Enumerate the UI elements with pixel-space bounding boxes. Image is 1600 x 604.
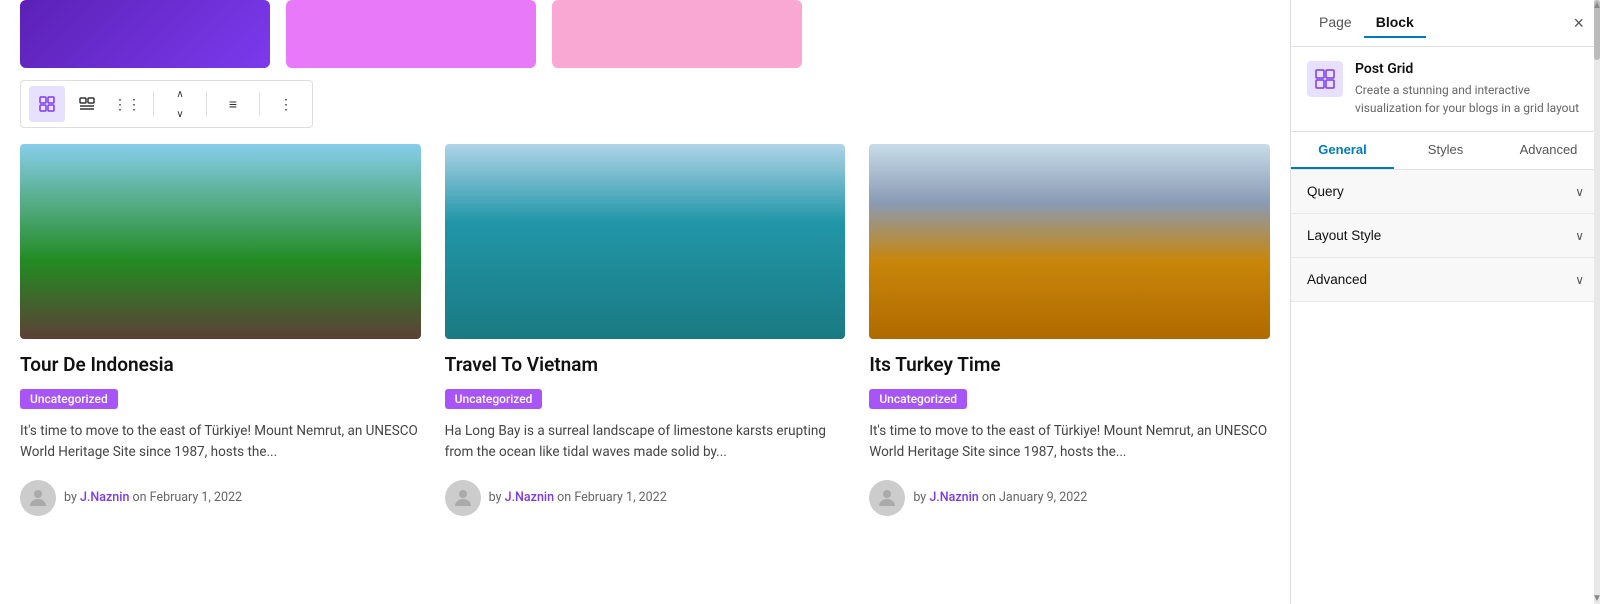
post-title-2: Travel To Vietnam: [445, 353, 846, 378]
toolbar-divider-3: [259, 92, 260, 116]
accordion-query-header[interactable]: Query ∨: [1291, 170, 1600, 213]
post-date-3: January 9, 2022: [999, 490, 1087, 505]
block-icon: [1307, 61, 1343, 97]
color-swatches: [20, 0, 1270, 80]
block-tabs: General Styles Advanced: [1291, 132, 1600, 170]
toolbar-align-icon[interactable]: ≡: [215, 86, 251, 122]
post-card-3: Its Turkey Time Uncategorized It's time …: [869, 144, 1270, 516]
post-grid: Tour De Indonesia Uncategorized It's tim…: [20, 144, 1270, 516]
accordion-layout-style: Layout Style ∨: [1291, 214, 1600, 258]
block-description: Create a stunning and interactive visual…: [1355, 81, 1584, 117]
accordion-query-label: Query: [1307, 184, 1344, 199]
page-tab[interactable]: Page: [1307, 8, 1364, 38]
date-prefix-1: on: [133, 490, 147, 505]
block-title: Post Grid: [1355, 61, 1584, 77]
author-prefix-1: by: [64, 490, 77, 505]
close-button[interactable]: ×: [1573, 14, 1584, 32]
scroll-up-arrow[interactable]: ▲: [1592, 0, 1600, 11]
author-avatar-1: [20, 480, 56, 516]
author-info-2: by J.Naznin on February 1, 2022: [489, 490, 667, 505]
block-text: Post Grid Create a stunning and interact…: [1355, 61, 1584, 117]
author-info-1: by J.Naznin on February 1, 2022: [64, 490, 242, 505]
sidebar-scrollbar: ▲ ▼: [1594, 0, 1600, 604]
block-toolbar: ⋮⋮ ∧ ∨ ≡ ⋮: [20, 80, 313, 128]
main-content: ⋮⋮ ∧ ∨ ≡ ⋮ Tour De Indonesia Uncategoriz…: [0, 0, 1290, 604]
toolbar-list-icon[interactable]: [69, 86, 105, 122]
date-prefix-2: on: [557, 490, 571, 505]
post-excerpt-1: It's time to move to the east of Türkiye…: [20, 421, 421, 464]
tab-styles[interactable]: Styles: [1394, 132, 1497, 169]
right-sidebar: ▲ ▼ Page Block × Post Grid Create a stun…: [1290, 0, 1600, 604]
accordion-query: Query ∨: [1291, 170, 1600, 214]
author-prefix-2: by: [489, 490, 502, 505]
post-title-1: Tour De Indonesia: [20, 353, 421, 378]
swatch-purple: [20, 0, 270, 68]
accordion-layout-style-header[interactable]: Layout Style ∨: [1291, 214, 1600, 257]
toolbar-drag-icon[interactable]: ⋮⋮: [109, 86, 145, 122]
sidebar-header: Page Block ×: [1291, 0, 1600, 47]
query-chevron-icon: ∨: [1575, 185, 1584, 199]
post-excerpt-2: Ha Long Bay is a surreal landscape of li…: [445, 421, 846, 464]
toolbar-divider-2: [206, 92, 207, 116]
swatch-pink: [286, 0, 536, 68]
post-category-3[interactable]: Uncategorized: [869, 389, 967, 409]
toolbar-down-icon[interactable]: ∨: [162, 105, 198, 123]
post-image-2: [445, 144, 846, 339]
post-card-2: Travel To Vietnam Uncategorized Ha Long …: [445, 144, 846, 516]
toolbar-grid-icon[interactable]: [29, 86, 65, 122]
post-date-2: February 1, 2022: [574, 490, 666, 505]
post-author-2: by J.Naznin on February 1, 2022: [445, 480, 846, 516]
post-date-1: February 1, 2022: [150, 490, 242, 505]
post-title-3: Its Turkey Time: [869, 353, 1270, 378]
swatch-light-pink: [552, 0, 802, 68]
post-card-1: Tour De Indonesia Uncategorized It's tim…: [20, 144, 421, 516]
post-category-1[interactable]: Uncategorized: [20, 389, 118, 409]
author-name-2[interactable]: J.Naznin: [505, 490, 554, 505]
toolbar-divider-1: [153, 92, 154, 116]
author-info-3: by J.Naznin on January 9, 2022: [913, 490, 1087, 505]
advanced-chevron-icon: ∨: [1575, 273, 1584, 287]
post-author-1: by J.Naznin on February 1, 2022: [20, 480, 421, 516]
block-info: Post Grid Create a stunning and interact…: [1291, 47, 1600, 132]
post-excerpt-3: It's time to move to the east of Türkiye…: [869, 421, 1270, 464]
accordion-layout-style-label: Layout Style: [1307, 228, 1381, 243]
sidebar-top-tabs: Page Block: [1307, 8, 1426, 38]
toolbar-up-icon[interactable]: ∧: [162, 85, 198, 103]
author-name-1[interactable]: J.Naznin: [80, 490, 129, 505]
post-image-1: [20, 144, 421, 339]
date-prefix-3: on: [982, 490, 996, 505]
accordion-advanced: Advanced ∨: [1291, 258, 1600, 302]
block-tab[interactable]: Block: [1364, 8, 1426, 38]
accordion-advanced-header[interactable]: Advanced ∨: [1291, 258, 1600, 301]
tab-general[interactable]: General: [1291, 132, 1394, 169]
toolbar-more-icon[interactable]: ⋮: [268, 86, 304, 122]
author-prefix-3: by: [913, 490, 926, 505]
post-author-3: by J.Naznin on January 9, 2022: [869, 480, 1270, 516]
scroll-down-arrow[interactable]: ▼: [1592, 593, 1600, 604]
author-avatar-2: [445, 480, 481, 516]
layout-chevron-icon: ∨: [1575, 229, 1584, 243]
accordion-advanced-label: Advanced: [1307, 272, 1367, 287]
author-name-3[interactable]: J.Naznin: [929, 490, 978, 505]
post-category-2[interactable]: Uncategorized: [445, 389, 543, 409]
post-image-3: [869, 144, 1270, 339]
tab-advanced[interactable]: Advanced: [1497, 132, 1600, 169]
author-avatar-3: [869, 480, 905, 516]
